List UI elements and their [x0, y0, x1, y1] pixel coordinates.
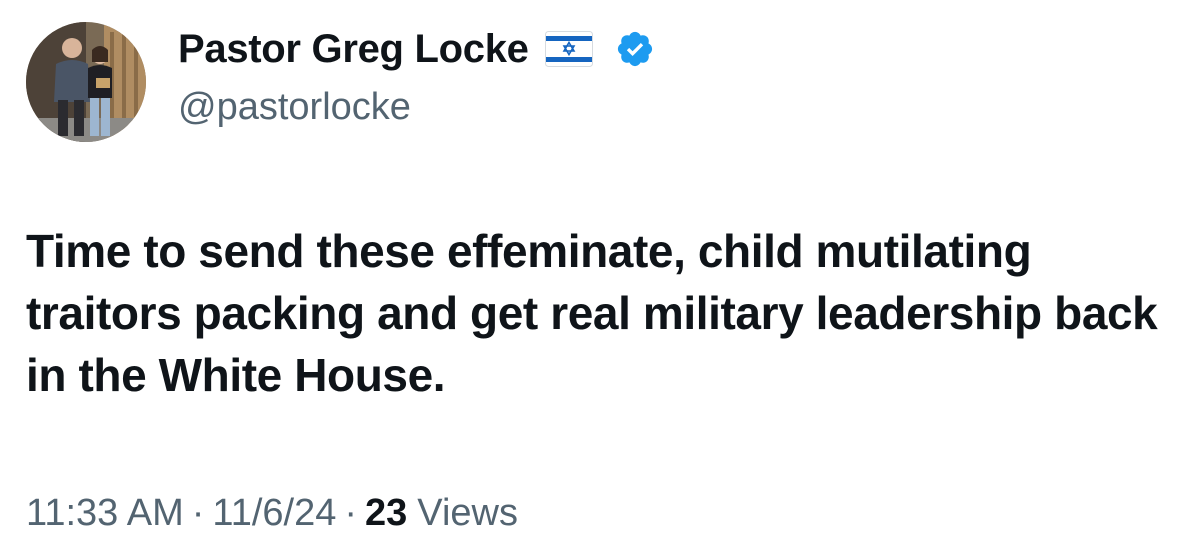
name-row: Pastor Greg Locke — [178, 24, 655, 74]
author-info: Pastor Greg Locke @pastorlocke — [178, 24, 655, 129]
tweet-date[interactable]: 11/6/24 — [212, 492, 336, 535]
user-handle[interactable]: @pastorlocke — [178, 86, 655, 129]
separator-dot: · — [191, 492, 205, 534]
display-name[interactable]: Pastor Greg Locke — [178, 27, 529, 72]
tweet-time[interactable]: 11:33 AM — [26, 492, 184, 535]
tweet-card: Pastor Greg Locke @pastorlocke Time to s… — [0, 0, 1200, 553]
avatar[interactable] — [26, 22, 146, 142]
profile-photo-icon — [26, 22, 146, 142]
tweet-text: Time to send these effeminate, child mut… — [26, 225, 1158, 401]
views-label: Views — [417, 492, 518, 534]
tweet-metadata: 11:33 AM · 11/6/24 · 23 Views — [26, 492, 518, 535]
views-count: 23 — [365, 492, 408, 534]
israel-flag-icon — [544, 31, 593, 67]
separator-dot: · — [344, 492, 358, 534]
verified-badge-icon[interactable] — [615, 29, 655, 69]
